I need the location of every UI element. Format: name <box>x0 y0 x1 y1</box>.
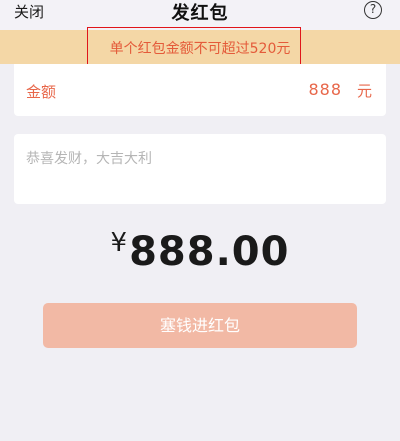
blessing-message-field[interactable]: 恭喜发财，大吉大利 <box>14 134 386 204</box>
total-amount-display: ¥888.00 <box>0 228 400 275</box>
amount-unit: 元 <box>356 82 372 100</box>
send-red-packet-button[interactable]: 塞钱进红包 <box>43 303 357 348</box>
amount-value[interactable]: 888 <box>308 80 342 99</box>
amount-label: 金额 <box>26 83 57 101</box>
page-title: 发红包 <box>171 3 229 24</box>
navigation-bar: 关闭 发红包 ? <box>0 0 400 30</box>
amount-field[interactable]: 金额 888 元 <box>14 64 386 116</box>
total-amount-value: 888.00 <box>129 229 290 275</box>
currency-symbol: ¥ <box>110 228 128 258</box>
question-circle-icon[interactable]: ? <box>364 1 382 19</box>
message-placeholder: 恭喜发财，大吉大利 <box>26 151 152 167</box>
highlight-annotation-box <box>87 27 301 69</box>
